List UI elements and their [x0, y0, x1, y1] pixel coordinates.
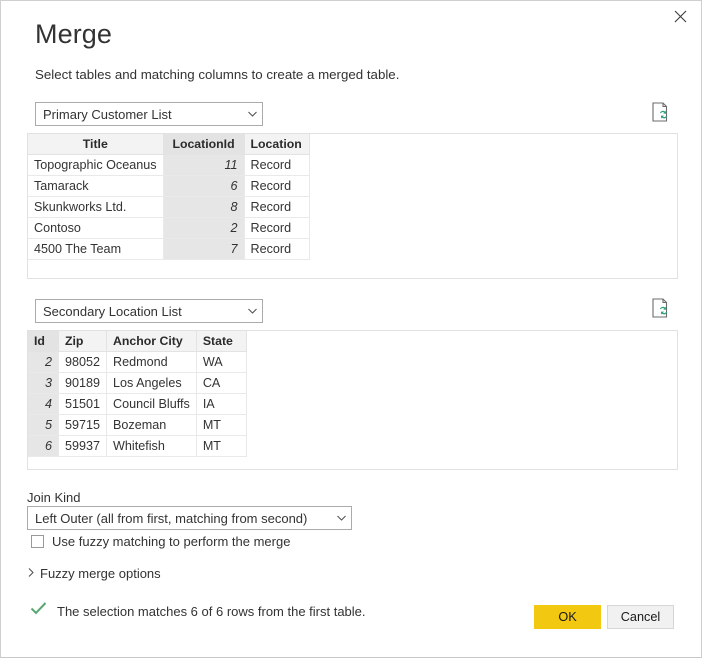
- cell-zip: 59715: [59, 415, 107, 436]
- cell-zip: 98052: [59, 352, 107, 373]
- table-row[interactable]: 4 51501 Council Bluffs IA: [28, 394, 247, 415]
- checkmark-icon: [30, 601, 47, 621]
- cell-zip: 59937: [59, 436, 107, 457]
- cell-location: Record: [244, 218, 309, 239]
- cell-id: 4: [28, 394, 59, 415]
- cell-locationid: 6: [163, 176, 244, 197]
- checkbox-indicator[interactable]: [31, 535, 44, 548]
- table-row[interactable]: Contoso 2 Record: [28, 218, 310, 239]
- table-row[interactable]: 4500 The Team 7 Record: [28, 239, 310, 260]
- column-header-locationid[interactable]: LocationId: [163, 134, 244, 155]
- ok-button[interactable]: OK: [534, 605, 601, 629]
- table-row[interactable]: 3 90189 Los Angeles CA: [28, 373, 247, 394]
- column-header-id[interactable]: Id: [28, 331, 59, 352]
- cell-anchor-city: Council Bluffs: [107, 394, 197, 415]
- cell-title: Skunkworks Ltd.: [28, 197, 164, 218]
- selection-status-text: The selection matches 6 of 6 rows from t…: [57, 604, 366, 619]
- primary-table-pane: Title LocationId Location Topographic Oc…: [27, 133, 678, 279]
- cell-zip: 90189: [59, 373, 107, 394]
- fuzzy-matching-checkbox[interactable]: Use fuzzy matching to perform the merge: [31, 534, 290, 549]
- cell-state: CA: [196, 373, 246, 394]
- cell-id: 3: [28, 373, 59, 394]
- cell-anchor-city: Whitefish: [107, 436, 197, 457]
- table-row[interactable]: Skunkworks Ltd. 8 Record: [28, 197, 310, 218]
- secondary-table-select[interactable]: Secondary Location List: [35, 299, 263, 323]
- cell-state: WA: [196, 352, 246, 373]
- primary-preview-refresh-icon[interactable]: [649, 101, 671, 123]
- chevron-down-icon: [242, 308, 262, 314]
- cell-id: 2: [28, 352, 59, 373]
- table-row[interactable]: Tamarack 6 Record: [28, 176, 310, 197]
- cell-anchor-city: Redmond: [107, 352, 197, 373]
- merge-dialog: Merge Select tables and matching columns…: [0, 0, 702, 658]
- cell-locationid: 8: [163, 197, 244, 218]
- cell-locationid: 2: [163, 218, 244, 239]
- table-row[interactable]: 2 98052 Redmond WA: [28, 352, 247, 373]
- cancel-button[interactable]: Cancel: [607, 605, 674, 629]
- join-kind-select-value: Left Outer (all from first, matching fro…: [28, 511, 331, 526]
- table-row[interactable]: 6 59937 Whitefish MT: [28, 436, 247, 457]
- primary-table-select[interactable]: Primary Customer List: [35, 102, 263, 126]
- cell-location: Record: [244, 239, 309, 260]
- cell-title: Topographic Oceanus: [28, 155, 164, 176]
- dialog-title: Merge: [35, 19, 112, 50]
- column-header-title[interactable]: Title: [28, 134, 164, 155]
- chevron-down-icon: [242, 111, 262, 117]
- cell-zip: 51501: [59, 394, 107, 415]
- chevron-down-icon: [331, 515, 351, 521]
- cell-id: 6: [28, 436, 59, 457]
- cell-location: Record: [244, 155, 309, 176]
- fuzzy-merge-options-expander[interactable]: Fuzzy merge options: [28, 566, 161, 581]
- secondary-table-pane: Id Zip Anchor City State 2 98052 Redmond…: [27, 330, 678, 470]
- secondary-preview-grid: Id Zip Anchor City State 2 98052 Redmond…: [27, 330, 247, 457]
- column-header-location[interactable]: Location: [244, 134, 309, 155]
- close-icon: [674, 10, 687, 23]
- secondary-table-select-value: Secondary Location List: [36, 304, 242, 319]
- fuzzy-matching-checkbox-label: Use fuzzy matching to perform the merge: [52, 534, 290, 549]
- join-kind-select[interactable]: Left Outer (all from first, matching fro…: [27, 506, 352, 530]
- table-header-row: Id Zip Anchor City State: [28, 331, 247, 352]
- close-button[interactable]: [659, 1, 701, 31]
- column-header-state[interactable]: State: [196, 331, 246, 352]
- cell-location: Record: [244, 197, 309, 218]
- cell-id: 5: [28, 415, 59, 436]
- chevron-right-icon: [28, 568, 40, 579]
- cell-state: IA: [196, 394, 246, 415]
- selection-status: The selection matches 6 of 6 rows from t…: [30, 601, 366, 621]
- cell-state: MT: [196, 415, 246, 436]
- table-row[interactable]: Topographic Oceanus 11 Record: [28, 155, 310, 176]
- cell-locationid: 11: [163, 155, 244, 176]
- cell-anchor-city: Los Angeles: [107, 373, 197, 394]
- cell-locationid: 7: [163, 239, 244, 260]
- primary-table-select-value: Primary Customer List: [36, 107, 242, 122]
- primary-preview-grid: Title LocationId Location Topographic Oc…: [27, 133, 310, 260]
- cell-title: Tamarack: [28, 176, 164, 197]
- secondary-preview-refresh-icon[interactable]: [649, 297, 671, 319]
- fuzzy-merge-options-label: Fuzzy merge options: [40, 566, 161, 581]
- column-header-anchor-city[interactable]: Anchor City: [107, 331, 197, 352]
- table-header-row: Title LocationId Location: [28, 134, 310, 155]
- cell-location: Record: [244, 176, 309, 197]
- dialog-subtitle: Select tables and matching columns to cr…: [35, 67, 399, 82]
- join-kind-label: Join Kind: [27, 490, 80, 505]
- cell-anchor-city: Bozeman: [107, 415, 197, 436]
- cell-title: Contoso: [28, 218, 164, 239]
- cell-title: 4500 The Team: [28, 239, 164, 260]
- column-header-zip[interactable]: Zip: [59, 331, 107, 352]
- table-row[interactable]: 5 59715 Bozeman MT: [28, 415, 247, 436]
- cell-state: MT: [196, 436, 246, 457]
